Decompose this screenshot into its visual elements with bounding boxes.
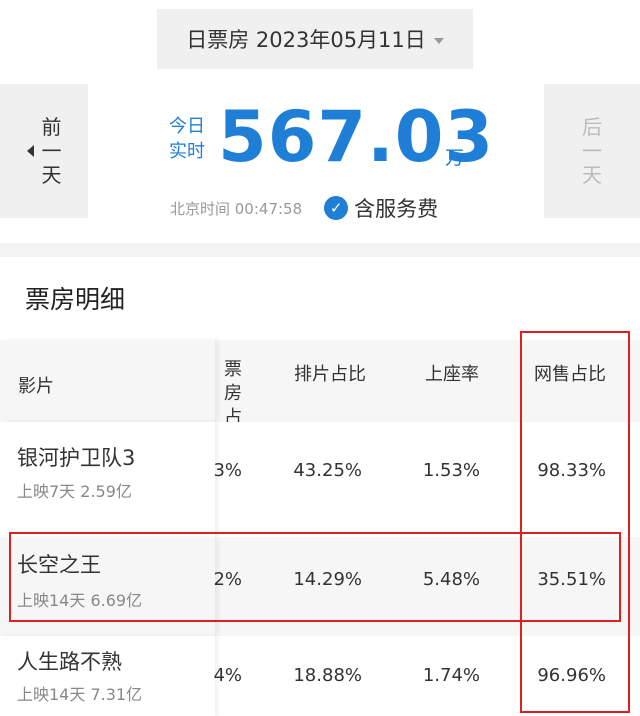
occupancy-value: 1.74% (422, 665, 480, 686)
section-divider (0, 243, 640, 257)
screening-share-value: 43.25% (293, 460, 362, 481)
date-label: 日票房 2023年05月11日 (186, 28, 426, 52)
next-day-label: 后 一 天 (582, 115, 602, 187)
film-column-header: 影片 (18, 376, 54, 397)
prev-day-label: 前 一 天 (41, 115, 62, 187)
online-share-highlight-box (520, 331, 630, 713)
prev-day-button[interactable]: 前 一 天 (0, 84, 88, 218)
occupancy-value: 1.53% (422, 460, 480, 481)
screening-share-header[interactable]: 排片占比 (280, 360, 380, 386)
time-row: 北京时间 00:47:58 ✓ 含服务费 (170, 193, 438, 223)
screening-share-value: 18.88% (293, 665, 362, 686)
film-meta: 上映14天 7.31亿 (17, 685, 143, 704)
realtime-unit: 万 (445, 147, 465, 169)
beijing-time: 北京时间 00:47:58 (170, 199, 303, 218)
check-circle-icon[interactable]: ✓ (324, 196, 349, 220)
caret-left-icon (26, 145, 34, 157)
boxoffice-share-value: 4% (213, 665, 242, 686)
row-highlight-box (9, 532, 621, 622)
section-title: 票房明细 (25, 285, 126, 314)
service-fee-note[interactable]: 含服务费 (354, 193, 438, 223)
film-name: 银河护卫队3 (17, 446, 136, 470)
film-name: 人生路不熟 (17, 650, 122, 674)
film-cell: 银河护卫队3 上映7天 2.59亿 (0, 422, 215, 537)
film-header-cell: 影片 (0, 340, 215, 422)
next-day-button[interactable]: 后 一 天 (544, 84, 640, 218)
film-cell: 人生路不熟 上映14天 7.31亿 (0, 636, 215, 716)
caret-down-icon (433, 38, 444, 44)
date-selector[interactable]: 日票房 2023年05月11日 (157, 9, 473, 69)
occupancy-header[interactable]: 上座率 (408, 360, 496, 386)
realtime-label: 今日 实时 (169, 116, 205, 162)
film-meta: 上映7天 2.59亿 (17, 482, 132, 501)
boxoffice-share-value: 3% (213, 460, 242, 481)
